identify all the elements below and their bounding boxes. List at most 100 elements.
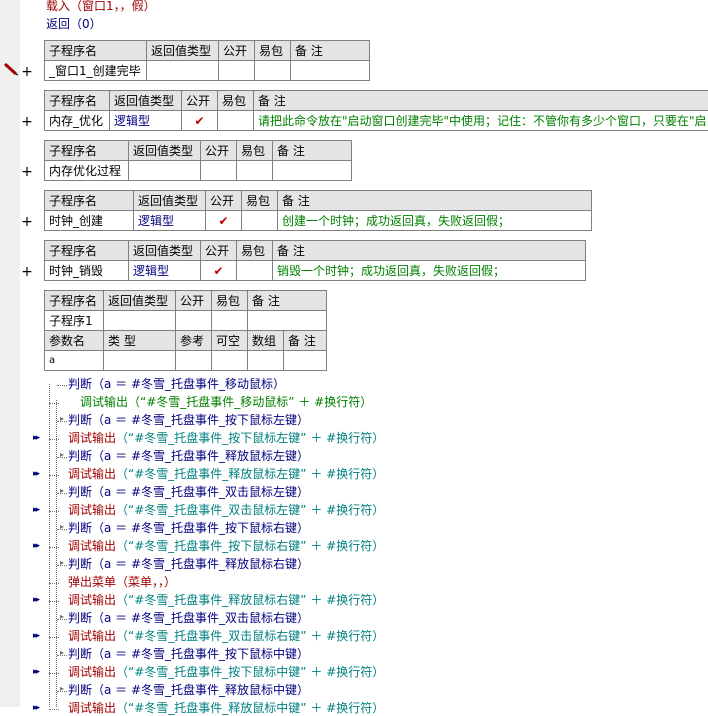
expression: （“#冬雪_托盘事件_释放鼠标中键” ＋ #换行符）	[116, 701, 384, 715]
param-col-array: 数组	[248, 331, 284, 351]
sub-name[interactable]: 内存优化过程	[45, 161, 129, 181]
fold-arrow-icon[interactable]: ▸▸	[33, 703, 38, 713]
param-name[interactable]: a	[45, 351, 104, 371]
col-easy: 易包	[242, 191, 278, 211]
tree-branch	[49, 673, 59, 674]
fold-arrow-icon[interactable]: ▸▸	[33, 469, 38, 479]
public-check-icon[interactable]: ✔	[206, 211, 242, 231]
col-public: 公开	[201, 241, 237, 261]
fold-arrow-icon[interactable]: ▸▸	[33, 667, 38, 677]
sub-ret[interactable]	[147, 61, 219, 81]
sub-easy[interactable]	[255, 61, 291, 81]
sub-name[interactable]: 时钟_销毁	[45, 261, 129, 281]
param-note[interactable]	[284, 351, 327, 371]
expression: （“#冬雪_托盘事件_按下鼠标中键” ＋ #换行符）	[116, 665, 384, 679]
sub-ret[interactable]	[104, 311, 176, 331]
sub-easy[interactable]	[237, 261, 273, 281]
sub-note[interactable]	[273, 161, 352, 181]
col-name: 子程序名	[45, 291, 104, 311]
judge-statement[interactable]: 判断（a ＝ #冬雪_托盘事件_按下鼠标右键）	[68, 520, 309, 536]
sub-ret[interactable]: 逻辑型	[134, 211, 206, 231]
fold-arrow-icon[interactable]: ▸▸	[33, 541, 38, 551]
expand-plus-icon[interactable]: +	[21, 115, 33, 129]
expand-plus-icon[interactable]: +	[21, 165, 33, 179]
sub-note[interactable]: 请把此命令放在"启动窗口创建完毕"中使用；记住：不管你有多少个窗口，只要在"启	[254, 111, 708, 131]
sub-note[interactable]	[291, 61, 370, 81]
sub-easy[interactable]	[242, 211, 278, 231]
branch-arrow-icon: ▸	[60, 414, 64, 423]
popup-menu-statement[interactable]: 弹出菜单（菜单，，）	[68, 574, 176, 590]
debug-output-statement[interactable]: 调试输出（“#冬雪_托盘事件_双击鼠标左键” ＋ #换行符）	[68, 502, 384, 518]
judge-statement[interactable]: 判断（a ＝ #冬雪_托盘事件_双击鼠标右键）	[68, 610, 309, 626]
judge-statement[interactable]: 判断（a ＝ #冬雪_托盘事件_按下鼠标左键）	[68, 412, 309, 428]
expand-plus-icon[interactable]: +	[21, 265, 33, 279]
debug-output-statement[interactable]: 调试输出（“#冬雪_托盘事件_释放鼠标左键” ＋ #换行符）	[68, 466, 384, 482]
fold-arrow-icon[interactable]: ▸▸	[33, 631, 38, 641]
debug-output-statement[interactable]: 调试输出（“#冬雪_托盘事件_按下鼠标右键” ＋ #换行符）	[68, 538, 384, 554]
fold-arrow-icon[interactable]: ▸▸	[33, 505, 38, 515]
col-public: 公开	[201, 141, 237, 161]
sub-ret[interactable]: 逻辑型	[110, 111, 182, 131]
sub-name[interactable]: 子程序1	[45, 311, 104, 331]
col-ret: 返回值类型	[129, 141, 201, 161]
debug-output-statement[interactable]: 调试输出（“#冬雪_托盘事件_按下鼠标中键” ＋ #换行符）	[68, 664, 384, 680]
public-check-icon[interactable]: ✔	[201, 261, 237, 281]
expand-plus-icon[interactable]: +	[21, 65, 33, 79]
branch-arrow-icon: ▸	[60, 648, 64, 657]
judge-statement[interactable]: 判断（a ＝ #冬雪_托盘事件_释放鼠标右键）	[68, 556, 309, 572]
col-ret: 返回值类型	[110, 91, 182, 111]
sub-name[interactable]: _窗口1_创建完毕	[45, 61, 147, 81]
keyword: 判断	[68, 647, 92, 661]
expression: （a ＝ #冬雪_托盘事件_按下鼠标右键）	[92, 521, 309, 535]
sub-public[interactable]	[219, 61, 255, 81]
sub-name[interactable]: 时钟_创建	[45, 211, 134, 231]
fold-arrow-icon[interactable]: ▸▸	[33, 595, 38, 605]
debug-output-statement[interactable]: 调试输出（“#冬雪_托盘事件_移动鼠标” ＋ #换行符）	[80, 394, 372, 410]
debug-output-statement[interactable]: 调试输出（“#冬雪_托盘事件_按下鼠标左键” ＋ #换行符）	[68, 430, 384, 446]
param-col-ref: 参考	[176, 331, 212, 351]
sub-table-3: 子程序名返回值类型公开易包备 注 内存优化过程	[44, 140, 352, 181]
tree-branch	[49, 403, 59, 404]
expression: （“#冬雪_托盘事件_按下鼠标左键” ＋ #换行符）	[116, 431, 384, 445]
judge-statement[interactable]: 判断（a ＝ #冬雪_托盘事件_移动鼠标）	[68, 376, 285, 392]
tree-guide	[56, 400, 57, 707]
sub-public[interactable]	[201, 161, 237, 181]
param-ref[interactable]	[176, 351, 212, 371]
sub-ret[interactable]	[129, 161, 201, 181]
sub-name[interactable]: 内存_优化	[45, 111, 110, 131]
col-ret: 返回值类型	[147, 41, 219, 61]
sub-easy[interactable]	[212, 311, 248, 331]
judge-statement[interactable]: 判断（a ＝ #冬雪_托盘事件_按下鼠标中键）	[68, 646, 309, 662]
debug-output-statement[interactable]: 调试输出（“#冬雪_托盘事件_释放鼠标中键” ＋ #换行符）	[68, 700, 384, 716]
sub-note[interactable]: 创建一个时钟；成功返回真，失败返回假；	[278, 211, 592, 231]
expand-plus-icon[interactable]: +	[21, 215, 33, 229]
judge-statement[interactable]: 判断（a ＝ #冬雪_托盘事件_释放鼠标中键）	[68, 682, 309, 698]
sub-table-6: 子程序名返回值类型公开易包备 注 子程序1 参数名类 型参考可空数组备 注 a	[44, 290, 327, 371]
col-name: 子程序名	[45, 241, 129, 261]
sub-public[interactable]	[176, 311, 212, 331]
param-col-name: 参数名	[45, 331, 104, 351]
sub-note[interactable]: 销毁一个时钟；成功返回真，失败返回假；	[273, 261, 586, 281]
col-name: 子程序名	[45, 41, 147, 61]
sub-easy[interactable]	[218, 111, 254, 131]
public-check-icon[interactable]: ✔	[182, 111, 218, 131]
judge-statement[interactable]: 判断（a ＝ #冬雪_托盘事件_释放鼠标左键）	[68, 448, 309, 464]
param-type[interactable]	[104, 351, 176, 371]
expression: （a ＝ #冬雪_托盘事件_移动鼠标）	[92, 377, 285, 391]
debug-output-statement[interactable]: 调试输出（“#冬雪_托盘事件_双击鼠标右键” ＋ #换行符）	[68, 628, 384, 644]
sub-ret[interactable]: 逻辑型	[129, 261, 201, 281]
load-statement[interactable]: 载入（窗口1，，假）	[46, 0, 156, 14]
sub-note[interactable]	[248, 311, 327, 331]
editor-gutter	[0, 0, 20, 707]
fold-arrow-icon[interactable]: ▸▸	[33, 433, 38, 443]
judge-statement[interactable]: 判断（a ＝ #冬雪_托盘事件_双击鼠标左键）	[68, 484, 309, 500]
param-array[interactable]	[248, 351, 284, 371]
return-statement[interactable]: 返回（0）	[46, 16, 102, 32]
param-nullable[interactable]	[212, 351, 248, 371]
col-ret: 返回值类型	[129, 241, 201, 261]
debug-output-statement[interactable]: 调试输出（“#冬雪_托盘事件_释放鼠标右键” ＋ #换行符）	[68, 592, 384, 608]
sub-easy[interactable]	[237, 161, 273, 181]
tree-branch	[49, 439, 59, 440]
tree-branch	[49, 709, 59, 710]
col-note: 备 注	[291, 41, 370, 61]
